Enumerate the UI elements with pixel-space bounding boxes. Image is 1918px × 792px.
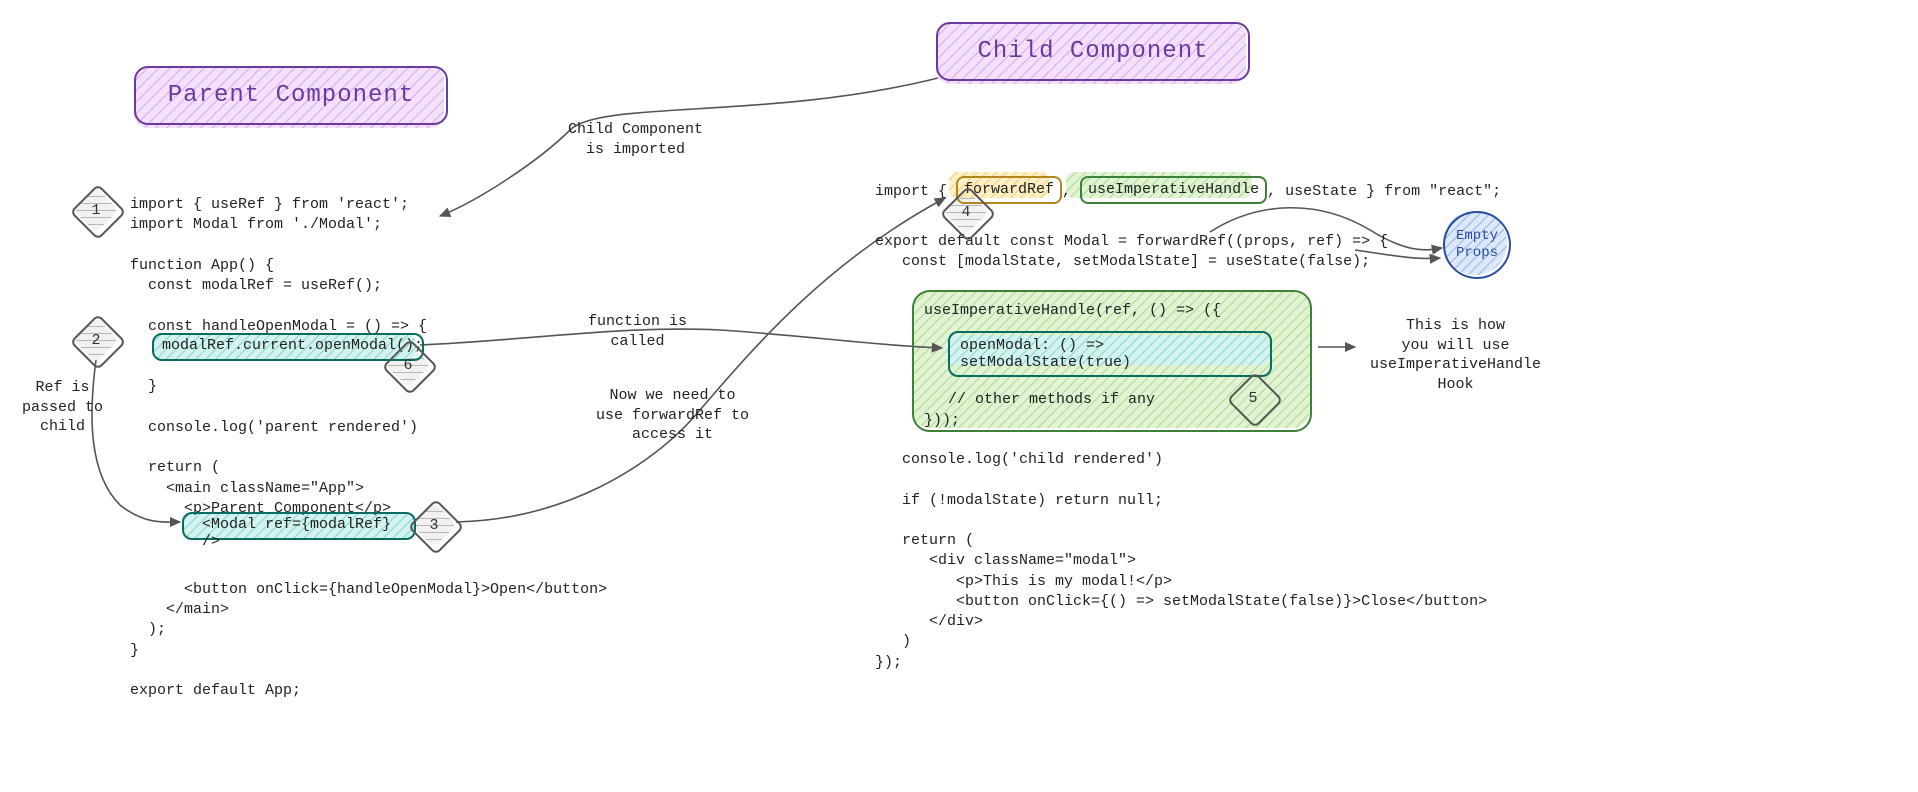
step-6-diamond: 6 (390, 347, 426, 383)
step-2-number: 2 (78, 322, 114, 358)
step-3-diamond: 3 (416, 507, 452, 543)
step-4-number: 4 (948, 194, 984, 230)
step-5-number: 5 (1235, 380, 1271, 416)
step-2-diamond: 2 (78, 322, 114, 358)
step-1-number: 1 (78, 192, 114, 228)
openmodal-line-highlight: openModal: () => setModalState(true) (948, 331, 1272, 377)
child-code-bottom: console.log('child rendered') if (!modal… (875, 450, 1487, 673)
useimperativehandle-highlight: useImperativeHandle (1080, 176, 1267, 204)
child-code-top: export default const Modal = forwardRef(… (875, 232, 1388, 273)
parent-component-title: Parent Component (134, 66, 448, 125)
step-6-number: 6 (390, 347, 426, 383)
step-1-diamond: 1 (78, 192, 114, 228)
empty-props-circle: Empty Props (1443, 211, 1511, 279)
useimperativehandle-text: useImperativeHandle (1088, 181, 1259, 198)
child-import-sep1: , (1062, 183, 1080, 200)
annotation-need-forwardref: Now we need to use forwardRef to access … (596, 386, 749, 445)
child-import-suffix: , useState } from "react"; (1267, 183, 1501, 200)
empty-props-text: Empty Props (1445, 228, 1509, 262)
annotation-function-called: function is called (588, 312, 687, 351)
step-4-diamond: 4 (948, 194, 984, 230)
annotation-child-imported: Child Component is imported (568, 120, 703, 159)
parent-code-block: import { useRef } from 'react'; import M… (130, 195, 607, 701)
step-3-number: 3 (416, 507, 452, 543)
openmodal-line-text: openModal: () => setModalState(true) (960, 337, 1131, 371)
child-import-prefix: import { (875, 183, 956, 200)
parent-openmodal-call-highlight: modalRef.current.openModal(); (152, 333, 424, 361)
step-5-diamond: 5 (1235, 380, 1271, 416)
parent-component-title-text: Parent Component (168, 82, 414, 109)
parent-openmodal-call-text: modalRef.current.openModal(); (162, 337, 423, 354)
useimperativehandle-open: useImperativeHandle(ref, () => ({ (924, 302, 1300, 319)
child-component-title: Child Component (936, 22, 1250, 81)
annotation-use-hook: This is how you will use useImperativeHa… (1370, 316, 1541, 394)
child-component-title-text: Child Component (977, 38, 1208, 65)
annotation-ref-passed: Ref is passed to child (22, 378, 103, 437)
parent-modal-ref-highlight: <Modal ref={modalRef} /> (182, 512, 416, 540)
